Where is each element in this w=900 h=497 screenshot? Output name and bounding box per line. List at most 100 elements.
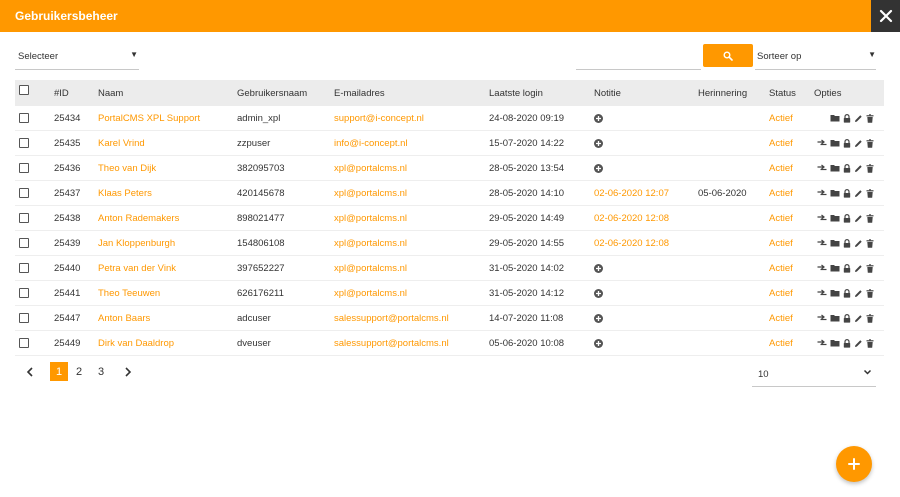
user-name-link[interactable]: Karel Vrind bbox=[98, 131, 145, 155]
status-link[interactable]: Actief bbox=[769, 156, 793, 180]
header-last-login[interactable]: Laatste login bbox=[489, 80, 543, 106]
email-link[interactable]: xpl@portalcms.nl bbox=[334, 156, 407, 180]
edit-icon[interactable] bbox=[854, 214, 863, 223]
per-page-select[interactable]: 10 bbox=[752, 361, 876, 387]
email-link[interactable]: xpl@portalcms.nl bbox=[334, 256, 407, 280]
next-page-button[interactable] bbox=[119, 362, 137, 381]
folder-icon[interactable] bbox=[830, 114, 840, 122]
header-id[interactable]: #ID bbox=[54, 80, 69, 106]
add-note-button[interactable] bbox=[594, 256, 603, 280]
delete-icon[interactable] bbox=[866, 113, 874, 123]
delete-icon[interactable] bbox=[866, 238, 874, 248]
status-link[interactable]: Actief bbox=[769, 106, 793, 130]
header-note[interactable]: Notitie bbox=[594, 80, 621, 106]
status-link[interactable]: Actief bbox=[769, 181, 793, 205]
header-status[interactable]: Status bbox=[769, 80, 796, 106]
page-1-button[interactable]: 1 bbox=[50, 362, 68, 381]
folder-icon[interactable] bbox=[830, 139, 840, 147]
prev-page-button[interactable] bbox=[21, 362, 39, 381]
status-link[interactable]: Actief bbox=[769, 206, 793, 230]
delete-icon[interactable] bbox=[866, 138, 874, 148]
row-checkbox[interactable] bbox=[19, 131, 29, 155]
search-button[interactable] bbox=[703, 44, 753, 67]
user-name-link[interactable]: Theo Teeuwen bbox=[98, 281, 160, 305]
user-name-link[interactable]: PortalCMS XPL Support bbox=[98, 106, 200, 130]
status-link[interactable]: Actief bbox=[769, 256, 793, 280]
header-username[interactable]: Gebruikersnaam bbox=[237, 80, 307, 106]
login-as-icon[interactable] bbox=[817, 314, 827, 322]
add-note-button[interactable] bbox=[594, 131, 603, 155]
folder-icon[interactable] bbox=[830, 314, 840, 322]
email-link[interactable]: info@i-concept.nl bbox=[334, 131, 408, 155]
delete-icon[interactable] bbox=[866, 313, 874, 323]
email-link[interactable]: xpl@portalcms.nl bbox=[334, 206, 407, 230]
lock-icon[interactable] bbox=[843, 163, 851, 173]
add-note-button[interactable] bbox=[594, 156, 603, 180]
status-link[interactable]: Actief bbox=[769, 231, 793, 255]
page-3-button[interactable]: 3 bbox=[94, 362, 108, 381]
row-checkbox[interactable] bbox=[19, 106, 29, 130]
user-name-link[interactable]: Theo van Dijk bbox=[98, 156, 156, 180]
folder-icon[interactable] bbox=[830, 164, 840, 172]
edit-icon[interactable] bbox=[854, 289, 863, 298]
user-name-link[interactable]: Jan Kloppenburgh bbox=[98, 231, 175, 255]
folder-icon[interactable] bbox=[830, 214, 840, 222]
login-as-icon[interactable] bbox=[817, 189, 827, 197]
header-reminder[interactable]: Herinnering bbox=[698, 80, 747, 106]
row-checkbox[interactable] bbox=[19, 256, 29, 280]
add-note-button[interactable] bbox=[594, 306, 603, 330]
user-name-link[interactable]: Klaas Peters bbox=[98, 181, 152, 205]
edit-icon[interactable] bbox=[854, 164, 863, 173]
row-checkbox[interactable] bbox=[19, 331, 29, 355]
login-as-icon[interactable] bbox=[817, 289, 827, 297]
user-name-link[interactable]: Anton Rademakers bbox=[98, 206, 179, 230]
row-checkbox[interactable] bbox=[19, 206, 29, 230]
page-2-button[interactable]: 2 bbox=[72, 362, 86, 381]
login-as-icon[interactable] bbox=[817, 214, 827, 222]
lock-icon[interactable] bbox=[843, 188, 851, 198]
status-link[interactable]: Actief bbox=[769, 306, 793, 330]
add-note-button[interactable] bbox=[594, 106, 603, 130]
bulk-action-select[interactable]: Selecteer ▼ bbox=[15, 44, 139, 70]
row-checkbox[interactable] bbox=[19, 281, 29, 305]
status-link[interactable]: Actief bbox=[769, 281, 793, 305]
edit-icon[interactable] bbox=[854, 339, 863, 348]
sort-select[interactable]: Sorteer op ▼ bbox=[755, 44, 876, 70]
close-button[interactable] bbox=[871, 0, 900, 32]
lock-icon[interactable] bbox=[843, 313, 851, 323]
folder-icon[interactable] bbox=[830, 239, 840, 247]
delete-icon[interactable] bbox=[866, 263, 874, 273]
row-checkbox[interactable] bbox=[19, 181, 29, 205]
select-all-checkbox[interactable] bbox=[19, 85, 29, 95]
lock-icon[interactable] bbox=[843, 138, 851, 148]
folder-icon[interactable] bbox=[830, 264, 840, 272]
login-as-icon[interactable] bbox=[817, 339, 827, 347]
email-link[interactable]: xpl@portalcms.nl bbox=[334, 281, 407, 305]
lock-icon[interactable] bbox=[843, 113, 851, 123]
delete-icon[interactable] bbox=[866, 288, 874, 298]
status-link[interactable]: Actief bbox=[769, 131, 793, 155]
edit-icon[interactable] bbox=[854, 314, 863, 323]
edit-icon[interactable] bbox=[854, 239, 863, 248]
note-date[interactable]: 02-06-2020 12:07 bbox=[594, 181, 669, 205]
email-link[interactable]: salessupport@portalcms.nl bbox=[334, 331, 449, 355]
lock-icon[interactable] bbox=[843, 213, 851, 223]
row-checkbox[interactable] bbox=[19, 156, 29, 180]
login-as-icon[interactable] bbox=[817, 139, 827, 147]
edit-icon[interactable] bbox=[854, 139, 863, 148]
login-as-icon[interactable] bbox=[817, 164, 827, 172]
edit-icon[interactable] bbox=[854, 189, 863, 198]
login-as-icon[interactable] bbox=[817, 264, 827, 272]
status-link[interactable]: Actief bbox=[769, 331, 793, 355]
delete-icon[interactable] bbox=[866, 188, 874, 198]
row-checkbox[interactable] bbox=[19, 231, 29, 255]
lock-icon[interactable] bbox=[843, 338, 851, 348]
lock-icon[interactable] bbox=[843, 288, 851, 298]
note-date[interactable]: 02-06-2020 12:08 bbox=[594, 231, 669, 255]
note-date[interactable]: 02-06-2020 12:08 bbox=[594, 206, 669, 230]
folder-icon[interactable] bbox=[830, 189, 840, 197]
email-link[interactable]: xpl@portalcms.nl bbox=[334, 181, 407, 205]
folder-icon[interactable] bbox=[830, 289, 840, 297]
delete-icon[interactable] bbox=[866, 213, 874, 223]
add-user-button[interactable] bbox=[836, 446, 872, 482]
